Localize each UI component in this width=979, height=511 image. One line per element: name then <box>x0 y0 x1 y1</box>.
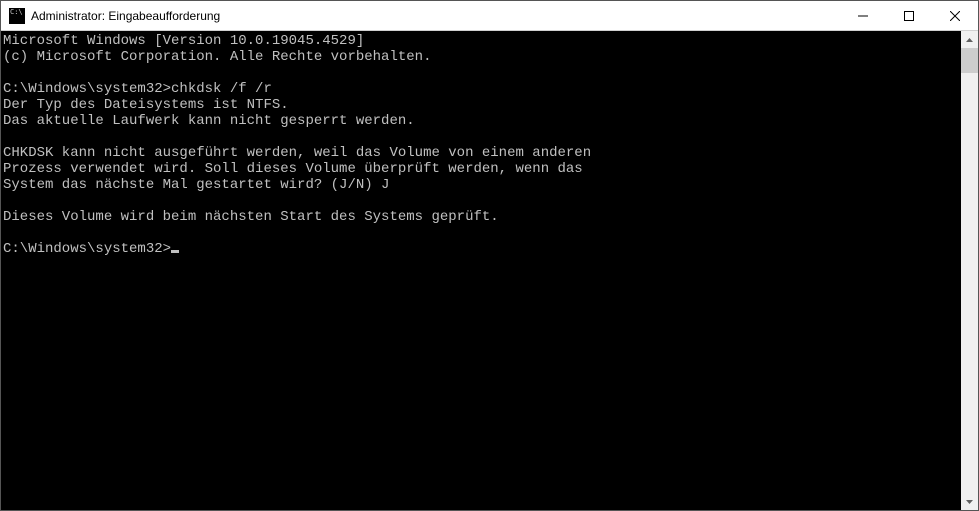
terminal-line: C:\Windows\system32>chkdsk /f /r <box>3 81 961 97</box>
minimize-button[interactable] <box>840 1 886 30</box>
cursor <box>171 250 179 253</box>
cmd-icon <box>9 8 25 24</box>
terminal-line <box>3 129 961 145</box>
scroll-up-button[interactable] <box>961 31 978 48</box>
scroll-thumb[interactable] <box>961 48 978 73</box>
terminal-line: Prozess verwendet wird. Soll dieses Volu… <box>3 161 961 177</box>
terminal-line: (c) Microsoft Corporation. Alle Rechte v… <box>3 49 961 65</box>
terminal-line: C:\Windows\system32> <box>3 241 961 257</box>
terminal-line <box>3 193 961 209</box>
scrollbar[interactable] <box>961 31 978 510</box>
terminal-line: CHKDSK kann nicht ausgeführt werden, wei… <box>3 145 961 161</box>
terminal-output[interactable]: Microsoft Windows [Version 10.0.19045.45… <box>1 31 961 510</box>
maximize-button[interactable] <box>886 1 932 30</box>
terminal-line: Der Typ des Dateisystems ist NTFS. <box>3 97 961 113</box>
window-title: Administrator: Eingabeaufforderung <box>31 9 840 23</box>
terminal-line: Das aktuelle Laufwerk kann nicht gesperr… <box>3 113 961 129</box>
terminal-line: Dieses Volume wird beim nächsten Start d… <box>3 209 961 225</box>
terminal-line: Microsoft Windows [Version 10.0.19045.45… <box>3 33 961 49</box>
titlebar[interactable]: Administrator: Eingabeaufforderung <box>1 1 978 31</box>
scroll-down-button[interactable] <box>961 493 978 510</box>
scroll-track[interactable] <box>961 48 978 493</box>
close-button[interactable] <box>932 1 978 30</box>
terminal-line <box>3 65 961 81</box>
terminal-line <box>3 225 961 241</box>
window-controls <box>840 1 978 30</box>
terminal-line: System das nächste Mal gestartet wird? (… <box>3 177 961 193</box>
terminal-container: Microsoft Windows [Version 10.0.19045.45… <box>1 31 978 510</box>
